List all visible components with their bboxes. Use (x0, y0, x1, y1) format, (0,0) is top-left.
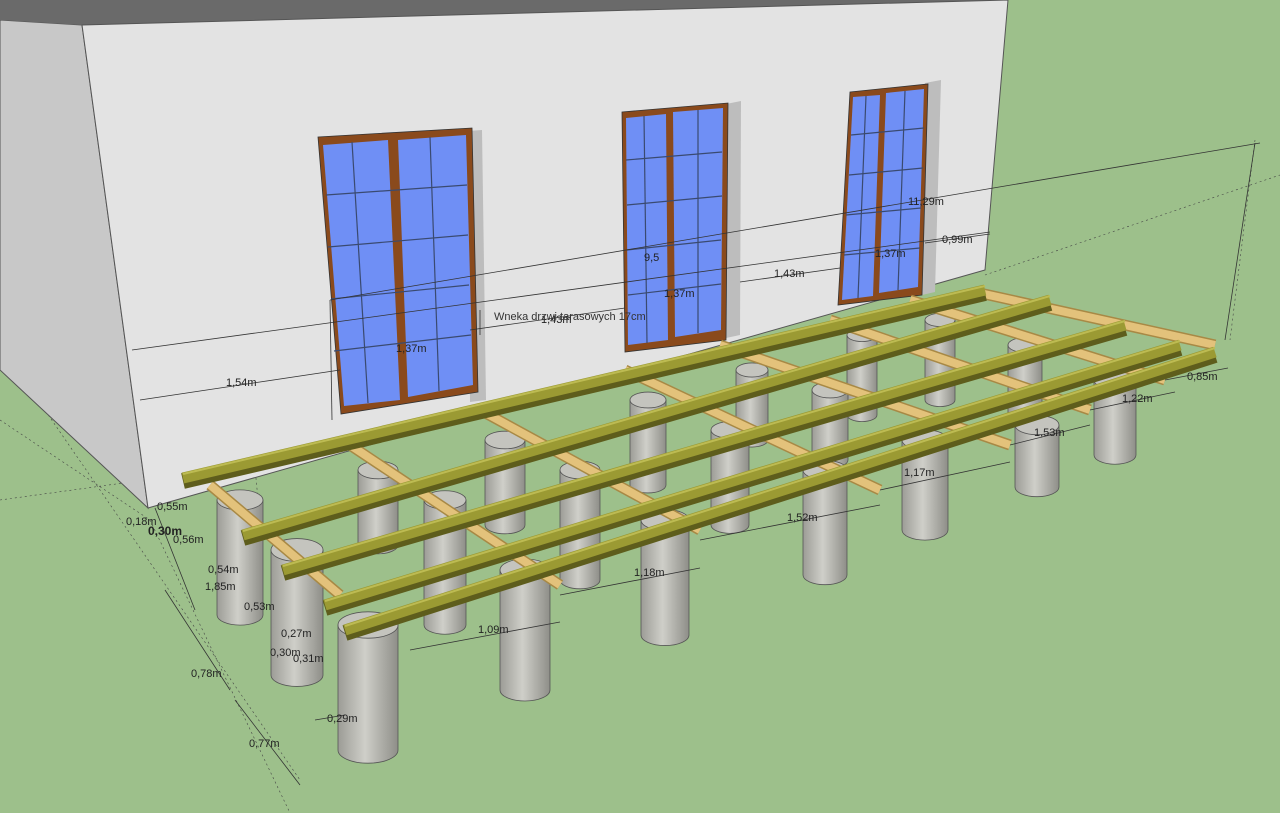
dim-vertical-b: 0,77m (249, 738, 280, 750)
dim-overhang: 0,85m (1187, 371, 1218, 383)
dim-total-length: 11,29m (908, 196, 944, 208)
dim-pillar-c: 0,31m (293, 653, 324, 665)
dim-span-3: 1,52m (787, 512, 818, 524)
dim-window3-width: 1,37m (875, 248, 906, 260)
terrace-drawing: 1,54m 1,37m 1,43m 1,37m 1,43m 1,37m 0,99… (0, 0, 1280, 813)
window-1 (317, 127, 486, 415)
dim-span-2: 1,18m (634, 567, 665, 579)
dim-facade-right: 0,99m (942, 234, 973, 246)
dim-row-gap-a: 0,54m (208, 564, 239, 576)
dim-offset-d: 0,56m (173, 534, 204, 546)
dim-span-1: 1,09m (478, 624, 509, 636)
dim-row-gap-c: 0,53m (244, 601, 275, 613)
dim-facade-left: 1,54m (226, 377, 257, 389)
dim-vertical-a: 0,78m (191, 668, 222, 680)
dim-span-5: 1,53m (1034, 427, 1065, 439)
dim-pillar-d: 0,29m (327, 713, 358, 725)
dim-offset-a: 0,55m (157, 501, 188, 513)
dim-span-4: 1,17m (904, 467, 935, 479)
dim-total-recess: 9,5 (644, 252, 659, 264)
dim-window2-width: 1,37m (664, 288, 695, 300)
door-recess-note: Wneka drzwi tarasowych 17cm (494, 311, 646, 323)
window-recess (726, 101, 741, 338)
window-3 (837, 80, 941, 306)
dim-between-w2-w3: 1,43m (774, 268, 805, 280)
dim-row-gap-b: 1,85m (205, 581, 236, 593)
dim-pillar-a: 0,27m (281, 628, 312, 640)
dim-span-6: 1,22m (1122, 393, 1153, 405)
dim-window1-width: 1,37m (396, 343, 427, 355)
